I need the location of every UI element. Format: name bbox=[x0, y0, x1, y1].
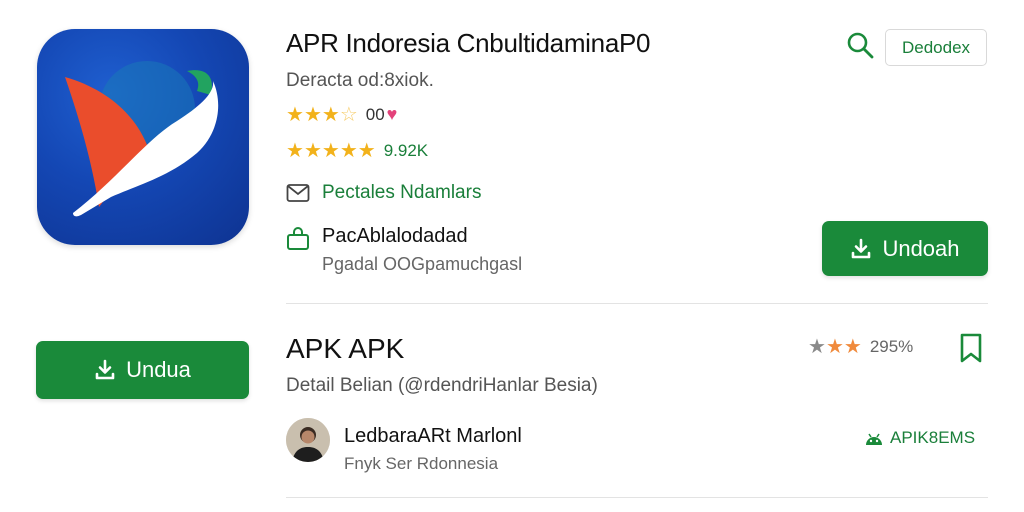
download-icon bbox=[852, 238, 871, 258]
android-icon bbox=[866, 433, 882, 445]
heart-icon: ♥ bbox=[386, 104, 398, 124]
rating-value: 00 bbox=[365, 104, 385, 124]
developer-subtitle: Fnyk Ser Rdonnesia bbox=[344, 454, 499, 473]
item-rating: ★ ★ ★ 295% bbox=[808, 337, 913, 357]
star-icon: ★ bbox=[825, 336, 844, 358]
star-icon: ★ bbox=[286, 103, 304, 126]
item-title: APK APK bbox=[286, 333, 405, 364]
avatar[interactable] bbox=[286, 418, 330, 462]
star-icon: ★ bbox=[339, 140, 358, 162]
shopping-bag-icon bbox=[287, 227, 309, 250]
star-icon: ★ bbox=[303, 103, 322, 126]
divider bbox=[286, 497, 988, 498]
rating-row-primary: ★ ★ ★ ☆ 00 ♥ bbox=[286, 104, 397, 125]
star-icon: ★ bbox=[357, 140, 376, 162]
item-detail: Detail Belian (@rdendriHanlar Besia) bbox=[286, 375, 598, 396]
divider bbox=[286, 303, 988, 304]
apk-badge[interactable]: APIK8EMS bbox=[864, 428, 975, 448]
star-icon: ★ bbox=[321, 103, 340, 126]
star-icon: ★ bbox=[808, 336, 826, 358]
star-icon: ★ bbox=[321, 140, 340, 162]
app-title: APR Indoresia CnbultidaminaP0 bbox=[286, 28, 651, 58]
developer-name: LedbaraARt Marlonl bbox=[344, 425, 522, 447]
app-icon bbox=[37, 29, 249, 245]
contact-label: Pectales Ndamlars bbox=[322, 182, 482, 203]
download-button[interactable]: Undua bbox=[36, 341, 249, 399]
bookmark-icon[interactable] bbox=[958, 332, 984, 364]
mail-icon bbox=[286, 184, 310, 202]
rating-row-secondary: ★ ★ ★ ★ ★ 9.92K bbox=[286, 141, 428, 161]
store-info-subtitle: Pgadal OOGpamuchgasl bbox=[322, 254, 523, 274]
star-half-icon: ☆ bbox=[339, 103, 358, 126]
review-count: 9.92K bbox=[383, 141, 429, 160]
contact-row[interactable]: Pectales Ndamlars bbox=[286, 182, 481, 204]
download-icon bbox=[95, 359, 115, 380]
star-icon: ★ bbox=[303, 140, 322, 162]
apk-badge-label: APIK8EMS bbox=[890, 428, 976, 447]
store-info-title: PacAblalodadad bbox=[322, 225, 468, 247]
install-button[interactable]: Undoah bbox=[822, 221, 988, 276]
header-chip-button[interactable]: Dedodex bbox=[885, 29, 987, 66]
search-icon[interactable] bbox=[845, 30, 875, 60]
star-icon: ★ bbox=[843, 336, 862, 358]
store-info-row: PacAblalodadad Pgadal OOGpamuchgasl bbox=[286, 225, 522, 275]
item-rating-value: 295% bbox=[869, 337, 914, 356]
star-icon: ★ bbox=[286, 140, 304, 162]
app-subtitle: Deracta od:8xiok. bbox=[286, 70, 434, 91]
download-button-label: Undua bbox=[126, 357, 191, 382]
install-button-label: Undoah bbox=[882, 235, 960, 261]
